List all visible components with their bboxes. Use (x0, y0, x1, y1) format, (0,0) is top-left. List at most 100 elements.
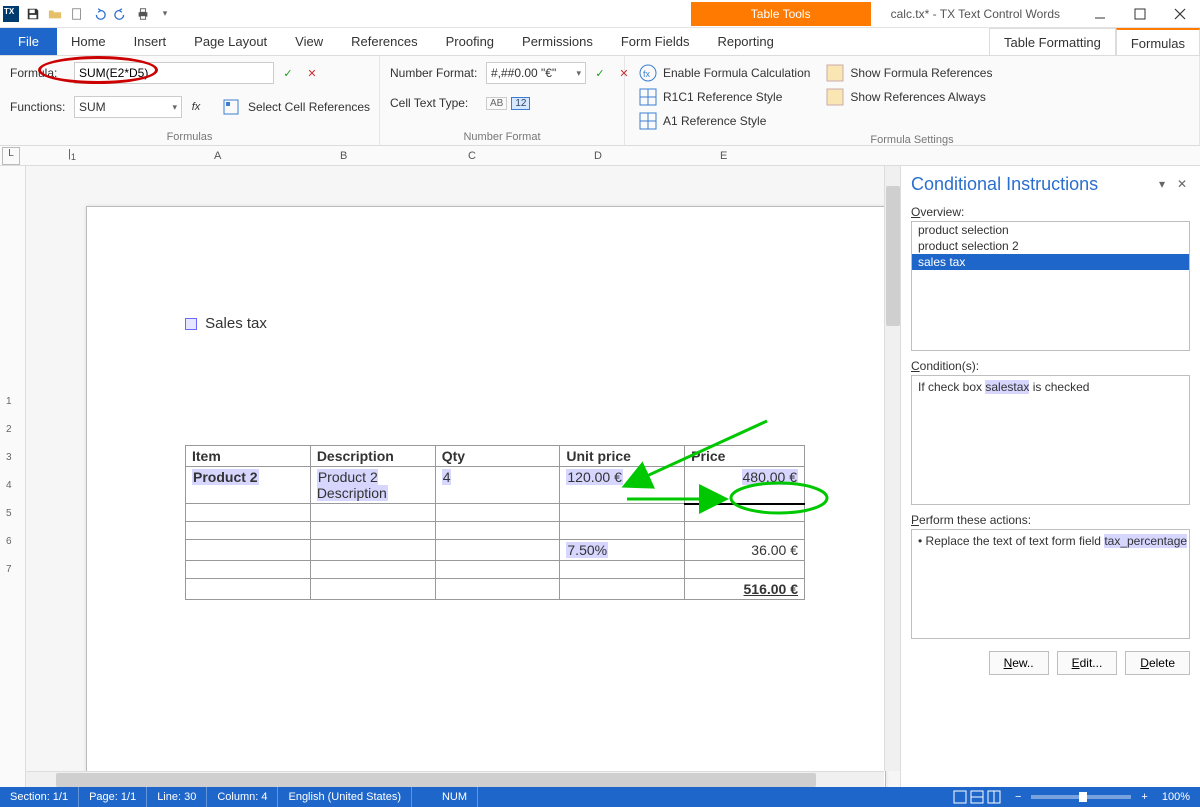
panel-title: Conditional Instructions (911, 174, 1098, 195)
list-item[interactable]: product selection 2 (912, 238, 1189, 254)
col-a: A (214, 150, 221, 162)
view-print-icon[interactable] (953, 790, 967, 804)
tab-references[interactable]: References (337, 28, 431, 55)
zoom-slider[interactable] (1031, 795, 1131, 799)
salestax-checkbox[interactable] (185, 318, 197, 330)
vertical-scrollbar[interactable] (884, 166, 900, 771)
status-page[interactable]: Page: 1/1 (79, 787, 147, 807)
vertical-ruler: 1 2 3 4 5 6 7 (0, 166, 26, 787)
tab-view[interactable]: View (281, 28, 337, 55)
col-e: E (720, 150, 727, 162)
table-row (186, 522, 805, 540)
a1-style-button[interactable]: A1 Reference Style (635, 110, 814, 132)
actions-box[interactable]: • Replace the text of text form field ta… (911, 529, 1190, 639)
tab-reporting[interactable]: Reporting (703, 28, 787, 55)
table-row (186, 561, 805, 579)
ruler-corner-icon[interactable]: L (2, 147, 20, 165)
select-cell-references-button[interactable]: Select Cell References (244, 98, 374, 116)
delete-button[interactable]: Delete (1125, 651, 1190, 675)
qat-dropdown-icon[interactable]: ▾ (155, 4, 175, 24)
undo-icon[interactable] (89, 4, 109, 24)
status-bar: Section: 1/1 Page: 1/1 Line: 30 Column: … (0, 787, 1200, 807)
nf-accept-icon[interactable]: ✓ (590, 63, 610, 83)
functions-value: SUM (79, 100, 106, 114)
formula-accept-icon[interactable]: ✓ (278, 63, 298, 83)
formula-cancel-icon[interactable]: ✕ (302, 63, 322, 83)
functions-combo[interactable]: SUM (74, 96, 182, 118)
table-row: Product 2 Product 2 Description 4 120.00… (186, 467, 805, 504)
ribbon-tabs: File Home Insert Page Layout View Refere… (0, 28, 1200, 56)
list-item[interactable]: sales tax (912, 254, 1189, 270)
overview-label: Overview: (911, 205, 1190, 219)
new-button[interactable]: New.. (989, 651, 1049, 675)
page: Sales tax Item Description Qty Unit pric… (86, 206, 886, 787)
tab-formulas[interactable]: Formulas (1116, 28, 1200, 55)
group-formula-settings-title: Formula Settings (635, 132, 1189, 146)
tab-file[interactable]: File (0, 28, 57, 55)
r1c1-style-button[interactable]: R1C1 Reference Style (635, 86, 814, 108)
new-icon[interactable] (67, 4, 87, 24)
fx-circle-icon: fx (639, 64, 657, 82)
refs-always-icon (826, 88, 844, 106)
conditional-instructions-panel: Conditional Instructions ▾ ✕ Overview: p… (900, 166, 1200, 787)
tab-proofing[interactable]: Proofing (432, 28, 508, 55)
col-d: D (594, 150, 602, 162)
pin-icon[interactable]: ▾ (1154, 177, 1170, 193)
open-icon[interactable] (45, 4, 65, 24)
zoom-out-button[interactable]: − (1011, 787, 1025, 807)
print-icon[interactable] (133, 4, 153, 24)
th-qty: Qty (435, 446, 560, 467)
list-item[interactable]: product selection (912, 222, 1189, 238)
zoom-in-button[interactable]: + (1137, 787, 1151, 807)
edit-button[interactable]: Edit... (1057, 651, 1118, 675)
document-table[interactable]: Item Description Qty Unit price Price Pr… (185, 445, 805, 600)
tab-home[interactable]: Home (57, 28, 120, 55)
status-num[interactable]: NUM (432, 787, 478, 807)
show-formula-refs-button[interactable]: Show Formula References (822, 62, 996, 84)
tab-form-fields[interactable]: Form Fields (607, 28, 704, 55)
app-logo-icon (3, 6, 19, 22)
formula-input[interactable] (74, 62, 274, 84)
status-section[interactable]: Section: 1/1 (0, 787, 79, 807)
tab-insert[interactable]: Insert (120, 28, 181, 55)
enable-formula-calc-button[interactable]: fxEnable Formula Calculation (635, 62, 814, 84)
view-draft-icon[interactable] (970, 790, 984, 804)
svg-text:fx: fx (643, 69, 651, 79)
table-row: 7.50% 36.00 € (186, 540, 805, 561)
view-web-icon[interactable] (987, 790, 1001, 804)
redo-icon[interactable] (111, 4, 131, 24)
show-refs-always-button[interactable]: Show References Always (822, 86, 996, 108)
save-icon[interactable] (23, 4, 43, 24)
tab-table-formatting[interactable]: Table Formatting (989, 28, 1116, 55)
formula-label: Formula: (10, 66, 70, 80)
number-format-combo[interactable]: #,##0.00 "€" (486, 62, 586, 84)
cell-text-12-button[interactable]: 12 (511, 97, 530, 110)
close-panel-icon[interactable]: ✕ (1174, 177, 1190, 193)
conditions-box[interactable]: If check box salestax is checked (911, 375, 1190, 505)
maximize-button[interactable] (1120, 0, 1160, 28)
cell-text-type-label: Cell Text Type: (390, 96, 482, 110)
group-number-format-title: Number Format (390, 129, 614, 143)
fx-button[interactable]: fx (186, 97, 206, 117)
table-row: 516.00 € (186, 579, 805, 600)
overview-listbox[interactable]: product selection product selection 2 sa… (911, 221, 1190, 351)
functions-label: Functions: (10, 100, 70, 114)
number-format-value: #,##0.00 "€" (491, 66, 556, 80)
tab-page-layout[interactable]: Page Layout (180, 28, 281, 55)
salestax-checkbox-label: Sales tax (205, 315, 267, 332)
status-line[interactable]: Line: 30 (147, 787, 207, 807)
minimize-button[interactable] (1080, 0, 1120, 28)
number-format-label: Number Format: (390, 66, 482, 80)
table-row (186, 504, 805, 522)
zoom-level[interactable]: 100% (1152, 787, 1200, 807)
horizontal-scrollbar[interactable] (26, 771, 884, 787)
view-buttons[interactable] (943, 787, 1011, 807)
status-column[interactable]: Column: 4 (207, 787, 278, 807)
status-language[interactable]: English (United States) (278, 787, 412, 807)
document-view[interactable]: Sales tax Item Description Qty Unit pric… (26, 166, 900, 787)
conditions-label: Condition(s): (911, 359, 1190, 373)
close-button[interactable] (1160, 0, 1200, 28)
cell-text-ab-button[interactable]: AB (486, 97, 507, 110)
th-item: Item (186, 446, 311, 467)
tab-permissions[interactable]: Permissions (508, 28, 607, 55)
